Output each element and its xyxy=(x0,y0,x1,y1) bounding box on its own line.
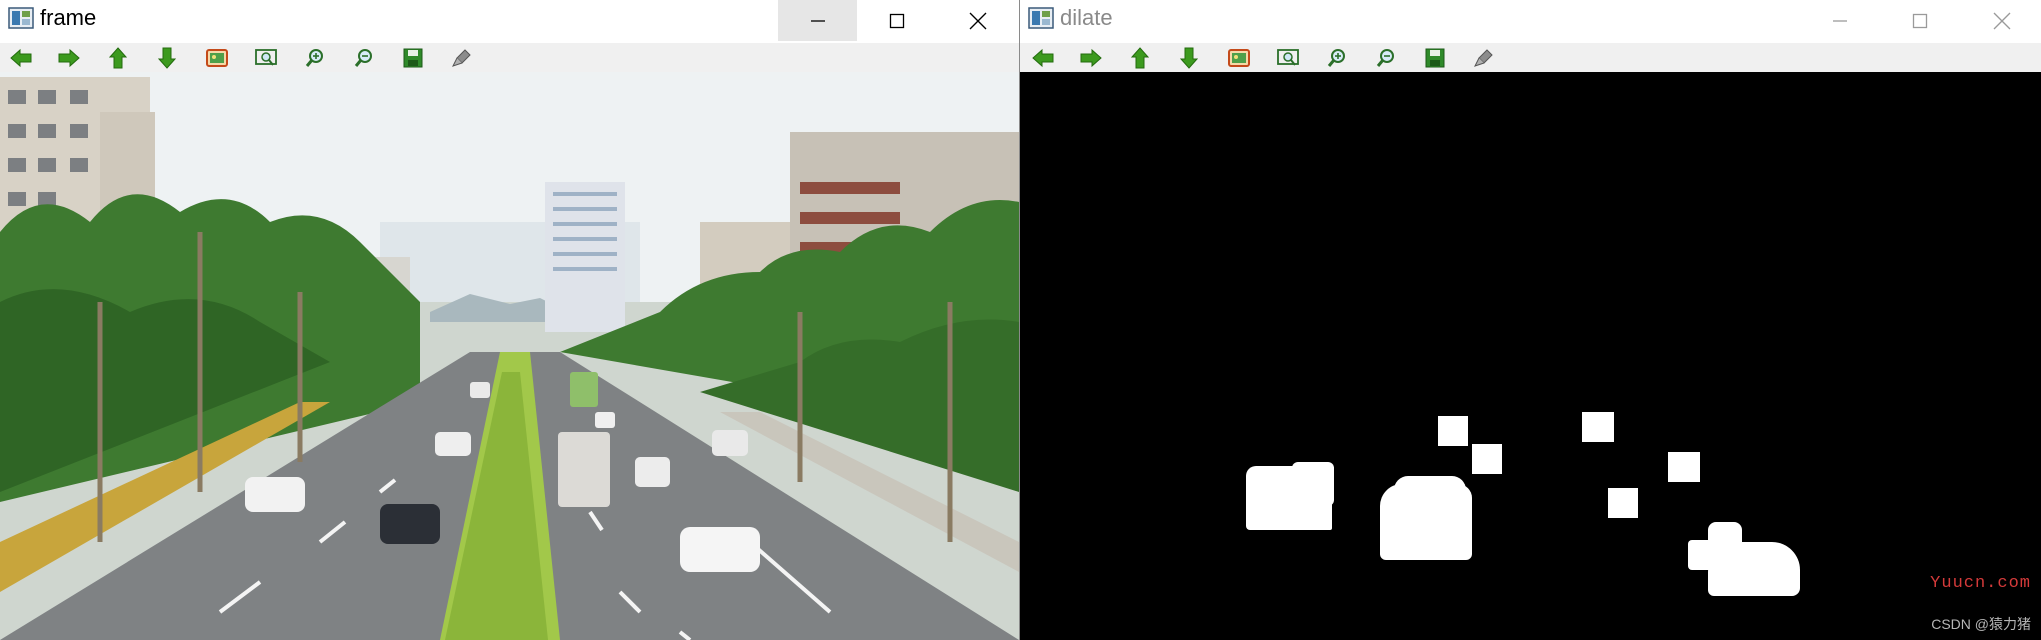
properties-icon xyxy=(1474,49,1493,67)
foreground-blob xyxy=(1438,416,1468,446)
zoom-fit-button[interactable] xyxy=(1275,45,1301,71)
foreground-blob xyxy=(1582,412,1614,442)
pan-right-button[interactable] xyxy=(56,45,82,71)
arrow-right-icon xyxy=(58,48,80,68)
toolbar xyxy=(1020,43,2041,72)
zoom-out-icon xyxy=(354,49,372,67)
zoom-fit-icon xyxy=(255,49,277,66)
properties-button[interactable] xyxy=(1471,45,1497,71)
app-icon xyxy=(8,7,34,29)
video-frame-image xyxy=(0,72,1019,640)
pan-up-button[interactable] xyxy=(1127,45,1153,71)
maximize-icon xyxy=(889,13,904,28)
zoom-fit-button[interactable] xyxy=(253,45,279,71)
zoom-out-button[interactable] xyxy=(1373,45,1399,71)
minimize-icon xyxy=(810,19,825,22)
properties-icon xyxy=(452,49,471,67)
zoom-out-button[interactable] xyxy=(351,45,377,71)
zoom-out-icon xyxy=(1376,49,1394,67)
foreground-blob xyxy=(1668,452,1700,482)
street-scene xyxy=(0,72,1019,640)
dilate-window: dilate Yuucn.com CSDN @猿力猪 xyxy=(1020,0,2041,640)
title-bar[interactable]: dilate xyxy=(1020,0,2041,43)
close-icon xyxy=(1993,12,2010,29)
title-bar[interactable]: frame xyxy=(0,0,1019,43)
arrow-right-icon xyxy=(1080,48,1102,68)
foreground-blob xyxy=(1292,462,1334,506)
app-icon xyxy=(1028,7,1054,29)
image-icon xyxy=(1228,49,1250,67)
save-icon xyxy=(1425,48,1445,68)
zoom-original-button[interactable] xyxy=(1226,45,1252,71)
pan-down-button[interactable] xyxy=(1176,45,1202,71)
foreground-blob xyxy=(1472,444,1502,474)
maximize-button[interactable] xyxy=(857,0,936,41)
pan-right-button[interactable] xyxy=(1078,45,1104,71)
window-title: dilate xyxy=(1060,5,1113,30)
arrow-up-icon xyxy=(1130,47,1150,69)
zoom-in-button[interactable] xyxy=(302,45,328,71)
zoom-original-button[interactable] xyxy=(204,45,230,71)
zoom-in-icon xyxy=(1327,49,1345,67)
zoom-in-icon xyxy=(305,49,323,67)
toolbar xyxy=(0,43,1019,72)
author-watermark: CSDN @猿力猪 xyxy=(1931,616,2031,632)
foreground-blob xyxy=(1394,476,1466,516)
pan-up-button[interactable] xyxy=(105,45,131,71)
save-button[interactable] xyxy=(1422,45,1448,71)
save-icon xyxy=(403,48,423,68)
window-title: frame xyxy=(40,5,97,30)
minimize-icon xyxy=(1832,19,1847,22)
arrow-down-icon xyxy=(157,47,177,69)
dilate-mask-image xyxy=(1020,72,2041,640)
arrow-down-icon xyxy=(1179,47,1199,69)
image-icon xyxy=(206,49,228,67)
close-icon xyxy=(969,12,986,29)
minimize-button[interactable] xyxy=(1800,0,1879,41)
arrow-up-icon xyxy=(108,47,128,69)
pan-down-button[interactable] xyxy=(154,45,180,71)
zoom-in-button[interactable] xyxy=(1324,45,1350,71)
properties-button[interactable] xyxy=(449,45,475,71)
arrow-left-icon xyxy=(1032,48,1054,68)
close-button[interactable] xyxy=(1962,0,2041,41)
maximize-icon xyxy=(1912,13,1927,28)
foreground-blob xyxy=(1608,488,1638,518)
pan-left-button[interactable] xyxy=(8,45,34,71)
zoom-fit-icon xyxy=(1277,49,1299,66)
save-button[interactable] xyxy=(400,45,426,71)
minimize-button[interactable] xyxy=(778,0,857,41)
frame-window: frame xyxy=(0,0,1019,640)
pan-left-button[interactable] xyxy=(1030,45,1056,71)
maximize-button[interactable] xyxy=(1880,0,1959,41)
arrow-left-icon xyxy=(10,48,32,68)
close-button[interactable] xyxy=(938,0,1017,41)
site-watermark: Yuucn.com xyxy=(1930,574,2031,593)
foreground-blob xyxy=(1708,522,1742,548)
